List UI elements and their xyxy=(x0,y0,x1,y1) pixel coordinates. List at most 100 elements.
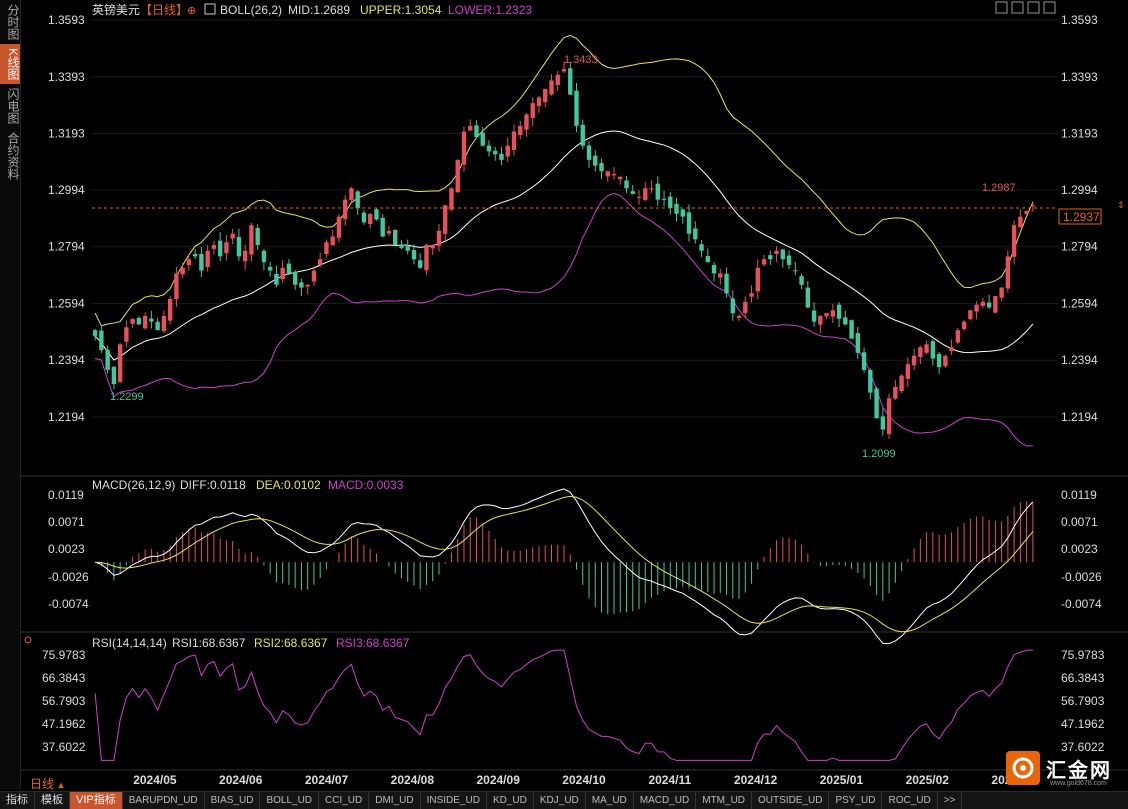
fullscreen-icon xyxy=(995,1,1008,14)
candle-body xyxy=(955,330,961,343)
tab-vip指标[interactable]: VIP指标 xyxy=(70,792,123,809)
tab-模板[interactable]: 模板 xyxy=(35,792,70,809)
candle-body xyxy=(286,263,292,274)
tab-bias-ud[interactable]: BIAS_UD xyxy=(205,792,261,809)
candle-body xyxy=(255,228,260,246)
tab-roc-ud[interactable]: ROC_UD xyxy=(882,792,938,809)
candle-body xyxy=(1030,205,1036,207)
candle-body xyxy=(905,364,911,379)
tab-inside-ud[interactable]: INSIDE_UD xyxy=(421,792,487,809)
boll-upper-line xyxy=(94,34,1034,327)
macd-y-tick-right: 0.0071 xyxy=(1061,515,1098,529)
period-selector-label: 日线 xyxy=(30,777,55,791)
macd-y-tick-left: -0.0026 xyxy=(48,570,89,584)
candle-body xyxy=(1005,256,1011,289)
candle-body xyxy=(630,191,635,194)
candle-body xyxy=(811,310,817,322)
candle-body xyxy=(643,188,648,200)
candle-body xyxy=(449,188,454,210)
candle-body xyxy=(830,310,836,317)
x-tick-label: 2024/10 xyxy=(562,773,606,787)
candle-body xyxy=(530,103,535,119)
tab-cci-ud[interactable]: CCI_UD xyxy=(319,792,370,809)
axis-labels: 1.3593 1.3593 1.3393 1.3393 1.3193 1.3193 1.29… xyxy=(42,13,1105,787)
candle-body xyxy=(549,80,554,95)
candle-body xyxy=(274,273,279,285)
rsi-settings-icon[interactable] xyxy=(24,636,32,644)
x-tick-label: 2024/12 xyxy=(734,773,778,787)
candle-body xyxy=(167,298,173,321)
x-tick-label: 2025/01 xyxy=(820,773,864,787)
candle-body xyxy=(680,209,685,217)
main-y-tick-left: 1.2194 xyxy=(48,410,85,424)
tab-boll-ud[interactable]: BOLL_UD xyxy=(260,792,320,809)
candle-body xyxy=(124,327,129,342)
tab-mtm-ud[interactable]: MTM_UD xyxy=(696,792,753,809)
candle-body xyxy=(536,97,542,106)
caret-up-icon: ▲ xyxy=(54,780,66,790)
candle-body xyxy=(799,276,804,285)
boll-mid-line xyxy=(94,130,1034,361)
window-controls[interactable] xyxy=(995,1,1056,14)
boll-label: BOLL(26,2) xyxy=(220,3,282,17)
low-annotation-2: 1.2099 xyxy=(862,448,896,460)
tab-barupdn-ud[interactable]: BARUPDN_UD xyxy=(123,792,205,809)
tab-outside-ud[interactable]: OUTSIDE_UD xyxy=(752,792,830,809)
candle-body xyxy=(605,171,610,177)
candle-body xyxy=(974,304,979,312)
tab-kd-ud[interactable]: KD_UD xyxy=(487,792,534,809)
macd-y-tick-left: 0.0119 xyxy=(48,488,84,502)
candle-body xyxy=(430,245,435,249)
main-y-tick-right: 1.3593 xyxy=(1061,13,1098,27)
main-y-tick-left: 1.2394 xyxy=(48,353,85,367)
tab-macd-ud[interactable]: MACD_UD xyxy=(634,792,697,809)
candle-body xyxy=(686,212,692,234)
candle-body xyxy=(142,315,148,329)
rsi-y-tick-right: 47.1962 xyxy=(1061,717,1105,731)
tab-指标[interactable]: 指标 xyxy=(0,792,35,809)
main-y-tick-right: 1.2594 xyxy=(1061,296,1098,310)
close-icon xyxy=(1043,1,1056,14)
x-tick-label: 2024/08 xyxy=(391,773,435,787)
macd-dea-line xyxy=(95,495,1034,633)
tab-kdj-ud[interactable]: KDJ_UD xyxy=(534,792,586,809)
candle-body xyxy=(436,230,442,246)
candle-body xyxy=(918,347,923,357)
candle-body xyxy=(205,250,210,267)
candle-body xyxy=(174,273,179,299)
macd-y-tick-left: -0.0074 xyxy=(48,597,89,611)
add-icon[interactable]: ⊕ xyxy=(187,5,196,17)
candle-body xyxy=(768,255,773,260)
candle-body xyxy=(361,212,367,223)
candle-body xyxy=(199,253,204,271)
candle-body xyxy=(943,355,948,367)
period-selector[interactable]: 日线 ▲ xyxy=(30,775,65,792)
candle-body xyxy=(480,132,485,146)
candle-body xyxy=(661,198,667,200)
candle-body xyxy=(236,236,242,257)
candle-body xyxy=(924,344,929,353)
rsi-y-tick-left: 75.9783 xyxy=(42,648,86,662)
candle-body xyxy=(743,301,748,314)
indicator-icon[interactable] xyxy=(204,3,216,15)
tab-dmi-ud[interactable]: DMI_UD xyxy=(369,792,421,809)
candle-body xyxy=(399,244,404,248)
candle-body xyxy=(468,125,473,131)
candlestick-series xyxy=(92,61,1036,439)
tab-psy-ud[interactable]: PSY_UD xyxy=(829,792,883,809)
boll-lower-line xyxy=(95,192,1033,447)
candle-body xyxy=(486,145,492,152)
macd-y-tick-left: 0.0071 xyxy=(48,515,85,529)
candle-body xyxy=(793,270,798,272)
macd-diff-line xyxy=(94,488,1034,645)
tab-ma-ud[interactable]: MA_UD xyxy=(586,792,634,809)
chart-canvas[interactable]: 1.3593 1.3593 1.3393 1.3393 1.3193 1.3193 1.29… xyxy=(0,0,1128,790)
main-y-tick-left: 1.2994 xyxy=(48,183,85,197)
candle-body xyxy=(493,150,498,155)
candle-body xyxy=(636,196,642,198)
rsi-y-tick-right: 75.9783 xyxy=(1061,648,1105,662)
candle-body xyxy=(305,284,310,287)
candle-body xyxy=(330,236,335,246)
tab--[interactable]: >> xyxy=(938,792,963,809)
candle-body xyxy=(380,217,385,237)
